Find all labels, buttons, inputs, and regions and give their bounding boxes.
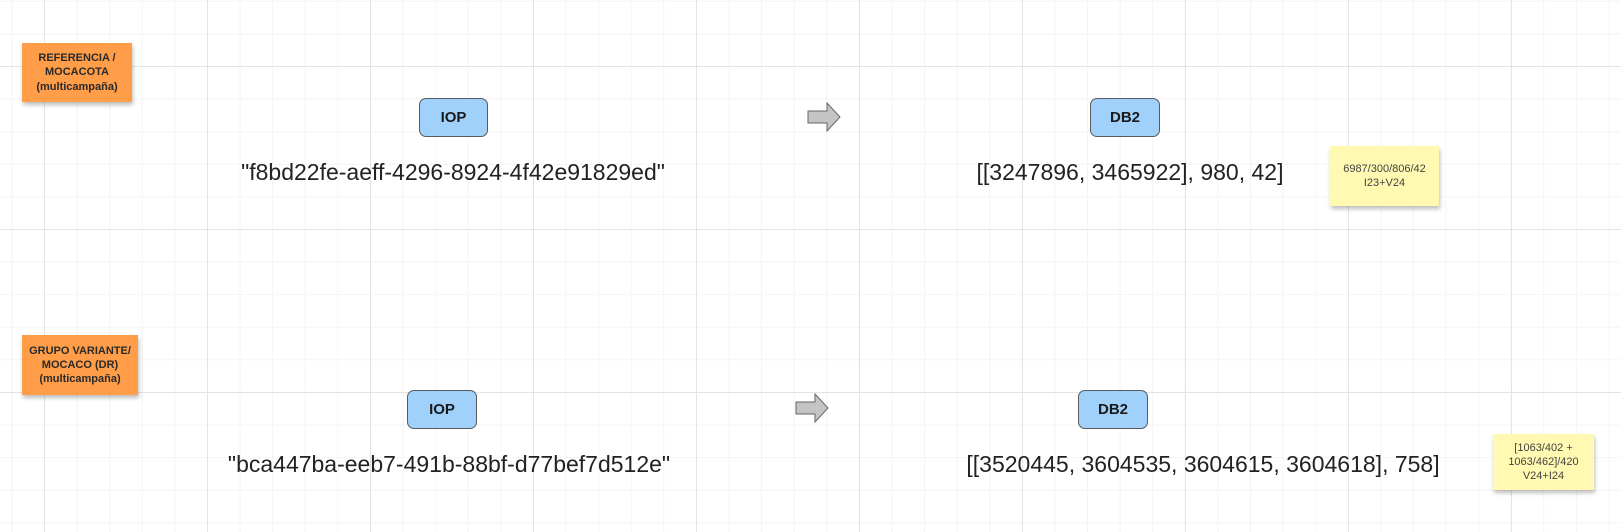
row1-target-system-pill[interactable]: DB2 [1090,98,1160,137]
row1-source-value: "f8bd22fe-aeff-4296-8924-4f42e91829ed" [241,159,665,185]
row1-note-line-1: 6987/300/806/42 [1343,162,1426,175]
row2-source-system-label: IOP [429,401,455,418]
row1-source-system-pill[interactable]: IOP [419,98,488,137]
row2-target-value: [[3520445, 3604535, 3604615, 3604618], 7… [966,451,1440,477]
row2-note-sticky[interactable]: [1063/402 + 1063/462]/420 V24+I24 [1493,434,1594,490]
row1-arrow-icon [807,102,841,132]
row1-label-line-3: (multicampaña) [36,80,118,93]
row2-arrow-icon [795,393,829,423]
row2-source-system-pill[interactable]: IOP [407,390,477,429]
row2-note-line-1: [1063/402 + [1514,441,1573,454]
row2-target-system-label: DB2 [1097,401,1128,418]
row2-label-sticky[interactable]: GRUPO VARIANTE/ MOCACO (DR) (multicampañ… [22,335,138,395]
row1-label-line-2: MOCACOTA [45,66,109,79]
row1-source-system-label: IOP [440,109,467,126]
row2-label-line-1: GRUPO VARIANTE/ [29,344,131,357]
row1-label-line-1: REFERENCIA / [38,52,116,65]
row1-target-system-label: DB2 [1109,109,1140,126]
row1-note-sticky[interactable]: 6987/300/806/42 I23+V24 [1330,146,1439,206]
row2-note-line-3: V24+I24 [1522,470,1565,483]
row2-note-line-2: 1063/462]/420 [1508,455,1579,468]
row2-label-line-3: (multicampaña) [39,373,121,386]
row1-target-value: [[3247896, 3465922], 980, 42] [976,159,1284,185]
row1-label-sticky[interactable]: REFERENCIA / MOCACOTA (multicampaña) [22,43,132,102]
row1-note-line-2: I23+V24 [1363,177,1406,189]
row2-source-value: "bca447ba-eeb7-491b-88bf-d77bef7d512e" [227,451,671,477]
row2-label-line-2: MOCACO (DR) [41,358,119,371]
row2-target-system-pill[interactable]: DB2 [1078,390,1148,429]
